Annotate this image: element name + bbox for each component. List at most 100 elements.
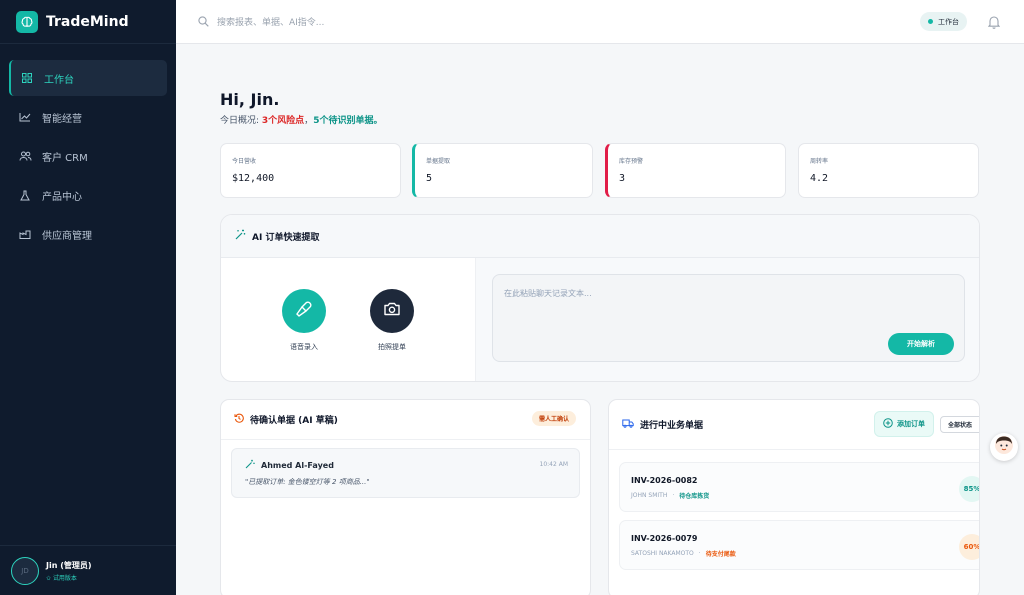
order-row[interactable]: INV-2026-0079 SATOSHI NAKAMOTO · 待支付尾款 6… — [619, 520, 979, 570]
stat-value: 5 — [426, 173, 433, 184]
wand-icon — [245, 459, 255, 471]
history-icon — [234, 413, 244, 426]
brain-logo-icon — [16, 10, 38, 33]
add-order-button[interactable]: 添加订单 — [874, 411, 934, 437]
risk-count: 3个风险点 — [261, 116, 305, 126]
pending-count: 5个待识别单据。 — [313, 116, 383, 126]
status-dot — [928, 19, 933, 24]
sidebar-item-label: 智能经营 — [42, 113, 82, 125]
assistant-face-icon — [994, 435, 1014, 459]
factory-icon — [18, 227, 32, 241]
pending-drafts-panel: 待确认单据 (AI 草稿) 需人工确认 Ahmed Al-Fayed 10:42… — [220, 399, 591, 595]
panel-title: 进行中业务单据 — [640, 421, 704, 431]
sidebar-item-workbench[interactable]: 工作台 — [9, 60, 167, 96]
stat-label: 周转率 — [810, 158, 829, 165]
workspace-badge-label: 工作台 — [938, 17, 959, 26]
status-filter-value: 全部状态 — [948, 422, 973, 429]
chat-placeholder: 在此粘贴聊天记录文本... — [504, 289, 592, 298]
stat-card-extraction: 单据提取 5 — [412, 143, 593, 198]
bell-icon[interactable] — [987, 14, 1001, 33]
order-row[interactable]: INV-2026-0082 JOHN SMITH · 待仓库拣货 85% — [619, 462, 979, 512]
sidebar: TradeMind 工作台 智能经营 客户 CRM 产品中心 供应商管理 JD … — [0, 0, 176, 595]
plus-circle-icon — [883, 418, 893, 430]
avatar: JD — [11, 556, 39, 585]
order-id: INV-2026-0079 — [631, 534, 698, 543]
panel-header: 待确认单据 (AI 草稿) 需人工确认 — [221, 400, 590, 440]
parse-button[interactable]: 开始解析 — [888, 333, 954, 355]
draft-time: 10:42 AM — [539, 461, 568, 468]
active-orders-panel: 进行中业务单据 添加订单 全部状态 INV-2026-0082 JOHN SMI… — [608, 399, 980, 595]
sidebar-item-label: 产品中心 — [42, 191, 82, 203]
chat-text-input[interactable]: 在此粘贴聊天记录文本... 开始解析 — [492, 274, 965, 362]
order-status: 待支付尾款 — [705, 551, 736, 558]
order-customer: SATOSHI NAKAMOTO — [631, 550, 694, 557]
flask-icon — [18, 188, 32, 202]
order-meta: SATOSHI NAKAMOTO · 待支付尾款 — [631, 549, 736, 558]
order-customer: JOHN SMITH — [631, 492, 668, 499]
user-profile[interactable]: JD Jin (管理员) ✩ 试用版本 — [0, 545, 176, 595]
meta-separator: · — [672, 492, 675, 499]
card-title: AI 订单快速提取 — [252, 232, 320, 243]
assistant-avatar-button[interactable] — [990, 433, 1018, 461]
user-name: Jin (管理员) — [46, 560, 92, 570]
page-title: Hi, Jin. — [220, 90, 280, 109]
greeting: Hi, Jin. 今日概况: 3个风险点，5个待识别单据。 — [220, 90, 382, 126]
stat-value: $12,400 — [232, 173, 275, 184]
trend-chart-icon — [18, 110, 32, 124]
card-header: AI 订单快速提取 — [221, 215, 979, 258]
stat-card-inventory-alert: 库存预警 3 — [605, 143, 786, 198]
users-icon — [18, 149, 32, 163]
search-icon — [198, 12, 209, 31]
sidebar-item-label: 供应商管理 — [42, 230, 92, 242]
voice-input-button[interactable] — [282, 289, 326, 333]
order-progress: 85% — [959, 476, 979, 502]
logo[interactable]: TradeMind — [0, 0, 176, 44]
sidebar-item-label: 客户 CRM — [42, 152, 88, 164]
panel-header: 进行中业务单据 添加订单 全部状态 — [609, 400, 979, 450]
sidebar-item-crm[interactable]: 客户 CRM — [9, 138, 167, 174]
summary-prefix: 今日概况: — [220, 116, 262, 126]
capture-actions: 语音录入 拍照提单 — [221, 258, 475, 381]
app-name: TradeMind — [46, 13, 129, 30]
search-box[interactable]: 搜索报表、单据、AI指令... — [198, 12, 324, 31]
order-progress: 60% — [959, 534, 979, 560]
sidebar-nav: 工作台 智能经营 客户 CRM 产品中心 供应商管理 — [0, 44, 176, 252]
chat-paste-area: 在此粘贴聊天记录文本... 开始解析 — [475, 258, 979, 381]
draft-customer: Ahmed Al-Fayed — [245, 459, 334, 471]
voice-input-label: 语音录入 — [290, 343, 318, 351]
truck-icon — [622, 419, 634, 431]
stat-card-turnover: 周转率 4.2 — [798, 143, 979, 198]
photo-capture-button[interactable] — [370, 289, 414, 333]
draft-customer-name: Ahmed Al-Fayed — [261, 460, 334, 470]
photo-capture-label: 拍照提单 — [378, 343, 406, 351]
draft-summary: "已提取订单: 金色镂空灯等 2 项商品..." — [245, 478, 370, 486]
daily-summary: 今日概况: 3个风险点，5个待识别单据。 — [220, 113, 382, 126]
user-info: Jin (管理员) ✩ 试用版本 — [46, 560, 92, 582]
microphone-icon — [295, 300, 313, 322]
magic-wand-icon — [235, 229, 246, 243]
search-input[interactable]: 搜索报表、单据、AI指令... — [217, 15, 324, 28]
sidebar-item-products[interactable]: 产品中心 — [9, 177, 167, 213]
stat-label: 库存预警 — [619, 158, 644, 165]
panel-title: 待确认单据 (AI 草稿) — [250, 416, 338, 426]
add-order-label: 添加订单 — [897, 420, 925, 428]
status-filter-select[interactable]: 全部状态 — [940, 416, 979, 433]
stat-value: 4.2 — [810, 173, 829, 184]
sidebar-item-suppliers[interactable]: 供应商管理 — [9, 216, 167, 252]
top-bar: 搜索报表、单据、AI指令... 工作台 — [176, 0, 1024, 44]
plan-tag: ✩ 试用版本 — [46, 574, 77, 582]
summary-separator: ， — [304, 116, 314, 126]
order-meta: JOHN SMITH · 待仓库拣货 — [631, 491, 709, 500]
stat-label: 今日营收 — [232, 158, 257, 165]
sidebar-item-label: 工作台 — [44, 74, 74, 86]
workspace-badge[interactable]: 工作台 — [920, 12, 967, 31]
camera-icon — [383, 301, 401, 321]
meta-separator: · — [698, 550, 701, 557]
sidebar-item-smart-ops[interactable]: 智能经营 — [9, 99, 167, 135]
order-id: INV-2026-0082 — [631, 476, 698, 485]
stat-card-revenue: 今日营收 $12,400 — [220, 143, 401, 198]
order-status: 待仓库拣货 — [679, 493, 710, 500]
stat-label: 单据提取 — [426, 158, 451, 165]
draft-item[interactable]: Ahmed Al-Fayed 10:42 AM "已提取订单: 金色镂空灯等 2… — [231, 448, 580, 498]
ai-extraction-card: AI 订单快速提取 语音录入 拍照提单 在此粘贴聊天记录文本... 开始解析 — [220, 214, 980, 382]
